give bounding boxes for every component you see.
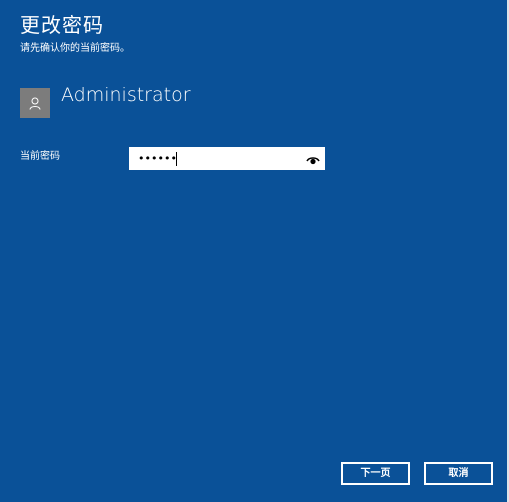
dialog-subtitle: 请先确认你的当前密码。 — [20, 43, 130, 54]
change-password-dialog: 更改密码 请先确认你的当前密码。 Administrator 当前密码 ••••… — [0, 0, 509, 502]
next-button[interactable]: 下一页 — [341, 462, 410, 485]
current-password-label: 当前密码 — [20, 151, 60, 162]
cancel-button[interactable]: 取消 — [424, 462, 493, 485]
password-masked-value: •••••• — [138, 152, 177, 165]
person-icon — [20, 88, 50, 118]
current-password-input[interactable]: •••••• — [129, 147, 325, 170]
eye-icon[interactable] — [306, 152, 320, 166]
text-caret — [176, 152, 177, 166]
user-name: Administrator — [61, 84, 191, 106]
dialog-title: 更改密码 — [20, 13, 104, 37]
